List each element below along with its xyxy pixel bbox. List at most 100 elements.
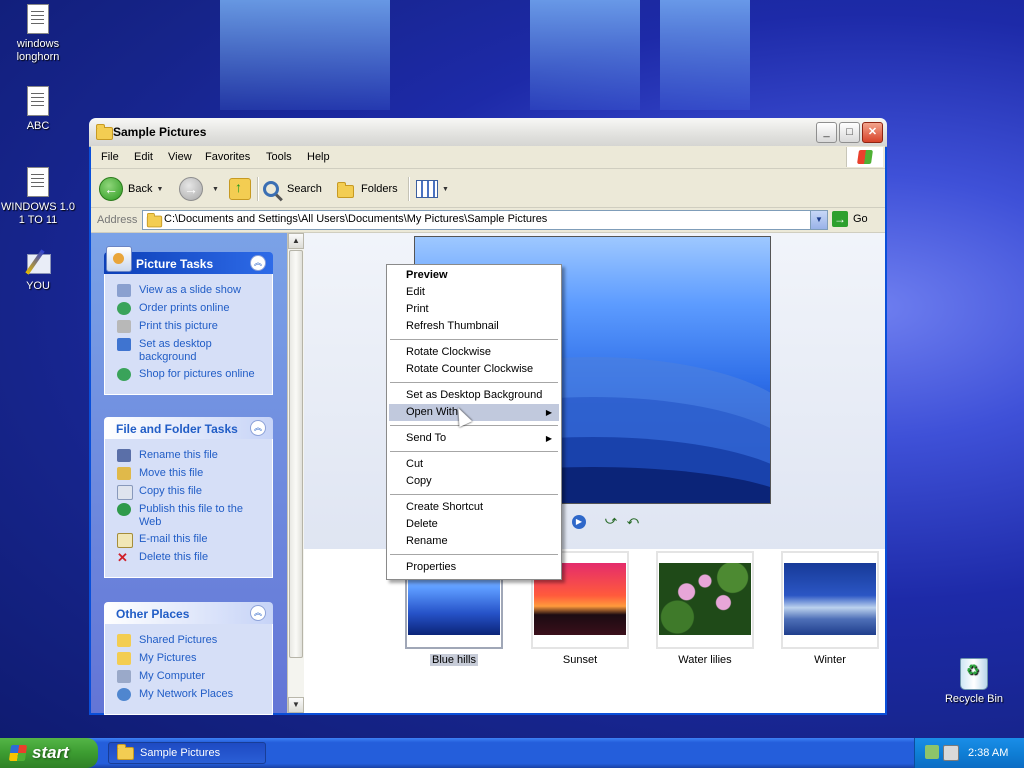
address-input[interactable]: C:\Documents and Settings\All Users\Docu…	[142, 210, 828, 230]
back-button[interactable]: ← Back ▼	[99, 177, 163, 201]
panel-title: Other Places	[116, 607, 190, 621]
desktop-icon-you[interactable]: YOU	[0, 248, 76, 293]
windows-logo-icon	[846, 147, 883, 167]
network-tray-icon[interactable]	[925, 745, 939, 759]
toolbar-separator	[257, 177, 259, 201]
up-folder-button[interactable]	[229, 177, 251, 201]
menu-file[interactable]: File	[101, 151, 119, 163]
desktop-icon-label: Recycle Bin	[944, 693, 1004, 705]
clock[interactable]: 2:38 AM	[968, 747, 1008, 759]
go-button[interactable]: → Go	[832, 211, 868, 227]
place-my-network[interactable]: My Network Places	[115, 688, 266, 702]
next-image-icon[interactable]: ▶	[572, 515, 586, 529]
task-label: E-mail this file	[139, 533, 208, 545]
close-button[interactable]: ✕	[862, 122, 883, 143]
thumbnail-water-lilies[interactable]: Water lilies	[656, 551, 754, 666]
task-view-slideshow[interactable]: View as a slide show	[115, 284, 266, 298]
menu-item-cut[interactable]: Cut	[389, 456, 559, 473]
menu-item-set-desktop-background[interactable]: Set as Desktop Background	[389, 387, 559, 404]
dropdown-arrow-icon[interactable]: ▼	[212, 186, 219, 193]
desktop-icon-windows-longhorn[interactable]: windows longhorn	[0, 4, 76, 64]
menu-item-refresh-thumbnail[interactable]: Refresh Thumbnail	[389, 318, 559, 335]
safely-remove-hardware-icon[interactable]	[943, 745, 959, 761]
menu-item-preview[interactable]: Preview	[389, 267, 559, 284]
context-menu: Preview Edit Print Refresh Thumbnail Rot…	[386, 264, 562, 580]
system-tray: 2:38 AM	[914, 738, 1024, 768]
menu-item-edit[interactable]: Edit	[389, 284, 559, 301]
other-places-header[interactable]: Other Places ︽	[104, 602, 273, 624]
desktop-light-beam	[530, 0, 640, 110]
desktop-icon-windows-1[interactable]: WINDOWS 1.0 1 TO 11	[0, 167, 76, 227]
menu-item-label: Open With	[406, 406, 458, 418]
menu-item-properties[interactable]: Properties	[389, 559, 559, 576]
thumbnail-winter[interactable]: Winter	[781, 551, 879, 666]
scroll-up-button[interactable]: ▲	[288, 233, 304, 249]
address-path: C:\Documents and Settings\All Users\Docu…	[164, 213, 548, 225]
scroll-down-button[interactable]: ▼	[288, 697, 304, 713]
place-my-computer[interactable]: My Computer	[115, 670, 266, 684]
task-label: Print this picture	[139, 320, 218, 332]
thumbnail-label: Winter	[814, 654, 846, 666]
task-set-background[interactable]: Set as desktop background	[115, 338, 266, 364]
menu-item-rotate-clockwise[interactable]: Rotate Clockwise	[389, 344, 559, 361]
forward-button[interactable]: → ▼	[179, 177, 219, 201]
desktop-icon-recycle-bin[interactable]: Recycle Bin	[936, 658, 1012, 706]
task-email-file[interactable]: E-mail this file	[115, 533, 266, 548]
menu-help[interactable]: Help	[307, 151, 330, 163]
menu-item-create-shortcut[interactable]: Create Shortcut	[389, 499, 559, 516]
menu-item-rotate-counter-clockwise[interactable]: Rotate Counter Clockwise	[389, 361, 559, 378]
maximize-button[interactable]: □	[839, 122, 860, 143]
task-print-picture[interactable]: Print this picture	[115, 320, 266, 334]
menu-favorites[interactable]: Favorites	[205, 151, 250, 163]
collapse-icon[interactable]: ︽	[250, 420, 266, 436]
other-places-panel: Other Places ︽ Shared Pictures My Pictur…	[104, 602, 273, 715]
menu-item-print[interactable]: Print	[389, 301, 559, 318]
menu-tools[interactable]: Tools	[266, 151, 292, 163]
menu-item-copy[interactable]: Copy	[389, 473, 559, 490]
folders-button[interactable]: Folders	[337, 177, 398, 201]
task-rename-file[interactable]: Rename this file	[115, 449, 266, 463]
file-folder-tasks-header[interactable]: File and Folder Tasks ︽	[104, 417, 273, 439]
menu-edit[interactable]: Edit	[134, 151, 153, 163]
folder-icon	[117, 634, 131, 647]
place-shared-pictures[interactable]: Shared Pictures	[115, 634, 266, 648]
task-publish-web[interactable]: Publish this file to the Web	[115, 503, 266, 529]
address-dropdown-button[interactable]: ▼	[810, 211, 827, 229]
dropdown-arrow-icon: ▼	[442, 185, 449, 193]
picture-tasks-header[interactable]: Picture Tasks ︽	[104, 246, 273, 274]
thumbnail-frame	[781, 551, 879, 649]
rotate-clockwise-icon[interactable]: ⤻	[605, 515, 617, 528]
menu-item-open-with[interactable]: Open With ▶	[389, 404, 559, 421]
submenu-arrow-icon: ▶	[545, 434, 552, 443]
collapse-icon[interactable]: ︽	[250, 255, 266, 271]
task-pane-scrollbar[interactable]: ▲ ▼	[287, 233, 304, 713]
scroll-thumb[interactable]	[289, 250, 303, 658]
task-move-file[interactable]: Move this file	[115, 467, 266, 481]
start-button[interactable]: start	[0, 738, 98, 768]
rotate-counterclockwise-icon[interactable]: ⤺	[627, 515, 639, 528]
rename-icon	[117, 449, 131, 462]
taskbar-button-sample-pictures[interactable]: Sample Pictures	[108, 742, 266, 764]
place-my-pictures[interactable]: My Pictures	[115, 652, 266, 666]
task-label: Publish this file to the Web	[139, 503, 243, 528]
back-arrow-icon: ←	[99, 177, 123, 201]
task-order-prints[interactable]: Order prints online	[115, 302, 266, 316]
dropdown-arrow-icon[interactable]: ▼	[156, 186, 163, 193]
task-label: Shop for pictures online	[139, 368, 255, 380]
collapse-icon[interactable]: ︽	[250, 605, 266, 621]
menu-item-send-to[interactable]: Send To ▶	[389, 430, 559, 447]
menu-view[interactable]: View	[168, 151, 192, 163]
menu-item-delete[interactable]: Delete	[389, 516, 559, 533]
menu-separator	[390, 554, 558, 555]
search-button[interactable]: Search	[263, 177, 322, 201]
title-bar[interactable]: Sample Pictures _ □ ✕	[89, 118, 887, 147]
minimize-button[interactable]: _	[816, 122, 837, 143]
menu-separator	[390, 451, 558, 452]
task-copy-file[interactable]: Copy this file	[115, 485, 266, 500]
menu-item-rename[interactable]: Rename	[389, 533, 559, 550]
task-delete-file[interactable]: ✕ Delete this file	[115, 551, 266, 565]
task-label: My Pictures	[139, 652, 197, 664]
desktop-icon-abc[interactable]: ABC	[0, 86, 76, 133]
views-button[interactable]: ▼	[416, 177, 449, 201]
task-shop-pictures[interactable]: Shop for pictures online	[115, 368, 266, 382]
